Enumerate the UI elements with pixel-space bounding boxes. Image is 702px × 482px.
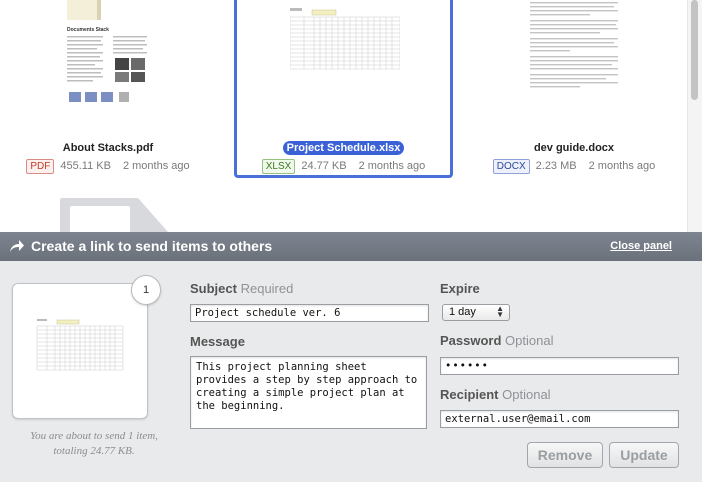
- expire-select[interactable]: 1 day ▲ ▼: [442, 304, 510, 321]
- share-arrow-icon: [9, 239, 25, 253]
- recipient-label: Recipient Optional: [440, 387, 551, 402]
- file-type-badge: PDF: [26, 159, 55, 174]
- selected-item-preview: [12, 283, 148, 419]
- file-size: 2.23 MB: [535, 160, 577, 172]
- stack-folder-icon: [58, 196, 172, 232]
- file-tile-dev-guide[interactable]: dev guide.docx DOCX 2.23 MB 2 months ago: [466, 0, 682, 178]
- file-modified: 2 months ago: [122, 160, 190, 172]
- file-type-badge: XLSX: [261, 159, 296, 174]
- share-panel-body: 1 You are about to send 1 item, totaling…: [0, 261, 702, 482]
- file-tile-about-stacks[interactable]: Documents Stack About Stacks.pdf PDF 455…: [0, 0, 216, 178]
- close-panel-link[interactable]: Close panel: [610, 240, 672, 252]
- spreadsheet-thumbnail: [289, 8, 401, 72]
- password-label: Password Optional: [440, 333, 554, 348]
- file-name: About Stacks.pdf: [62, 142, 154, 154]
- file-modified: 2 months ago: [358, 160, 426, 172]
- expire-selected-value: 1 day: [449, 306, 476, 318]
- update-button[interactable]: Update: [609, 442, 679, 468]
- document-thumbnail: [526, 0, 622, 92]
- message-textarea[interactable]: This project planning sheet provides a s…: [190, 356, 427, 429]
- send-summary-note: You are about to send 1 item, totaling 2…: [30, 430, 158, 457]
- share-panel-header: Create a link to send items to others Cl…: [0, 232, 702, 261]
- svg-text:Documents Stack: Documents Stack: [67, 27, 109, 33]
- select-arrows-icon: ▲ ▼: [496, 304, 504, 319]
- vertical-scrollbar[interactable]: [687, 0, 702, 232]
- remove-button[interactable]: Remove: [527, 442, 603, 468]
- file-size: 24.77 KB: [301, 160, 347, 172]
- file-size: 455.11 KB: [60, 160, 111, 172]
- scrollbar-thumb[interactable]: [691, 0, 698, 100]
- file-grid: Documents Stack About Stacks.pdf PDF 455…: [0, 0, 702, 232]
- expire-label: Expire: [440, 281, 480, 296]
- panel-title: Create a link to send items to others: [31, 238, 273, 254]
- item-count-badge: 1: [131, 275, 161, 305]
- message-label: Message: [190, 334, 245, 349]
- file-name: dev guide.docx: [533, 142, 615, 154]
- file-type-badge: DOCX: [492, 159, 530, 174]
- pdf-thumbnail: Documents Stack: [63, 0, 151, 110]
- file-meta: XLSX 24.77 KB 2 months ago: [237, 159, 450, 174]
- spreadsheet-preview-thumbnail: [36, 319, 124, 371]
- password-input[interactable]: [440, 357, 679, 375]
- subject-label: Subject Required: [190, 281, 294, 296]
- file-tile-project-schedule[interactable]: Project Schedule.xlsx XLSX 24.77 KB 2 mont…: [234, 0, 453, 178]
- subject-input[interactable]: [190, 304, 429, 322]
- recipient-input[interactable]: [440, 410, 679, 428]
- file-meta: PDF 455.11 KB 2 months ago: [0, 159, 216, 174]
- file-modified: 2 months ago: [588, 160, 656, 172]
- file-meta: DOCX 2.23 MB 2 months ago: [466, 159, 682, 174]
- file-name: Project Schedule.xlsx: [237, 141, 450, 155]
